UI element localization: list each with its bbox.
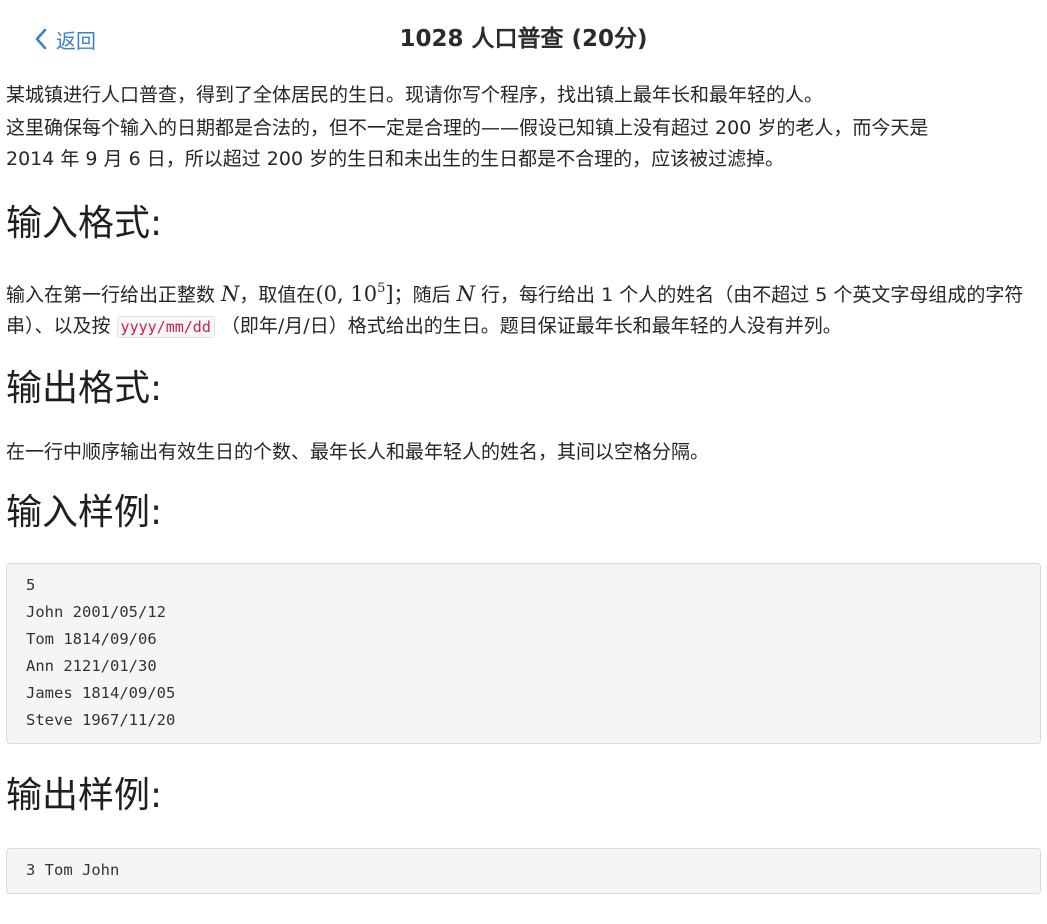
problem-description: 某城镇进行人口普查，得到了全体居民的生日。现请你写个程序，找出镇上最年长和最年轻…	[6, 84, 824, 106]
output-format-heading: 输出格式:	[6, 368, 163, 409]
sample-input-heading: 输入样例:	[6, 492, 163, 533]
problem-content: 某城镇进行人口普查，得到了全体居民的生日。现请你写个程序，找出镇上最年长和最年轻…	[6, 80, 1041, 894]
sample-output-line: 3 Tom John	[26, 861, 120, 879]
sample-input-line: Ann 2121/01/30	[26, 657, 157, 675]
input-format-text-1: 输入在第一行给出正整数	[6, 284, 222, 306]
input-format-text-2: ，取值在	[239, 284, 316, 306]
math-var-n: N	[221, 282, 240, 306]
top-bar: 返回 1028 人口普查 (20分)	[0, 0, 1047, 78]
sample-output-code: 3 Tom John	[6, 848, 1041, 894]
sample-output-heading: 输出样例:	[6, 775, 163, 816]
input-format-text-3: ；随后	[393, 284, 457, 306]
sample-input-code: 5 John 2001/05/12 Tom 1814/09/06 Ann 212…	[6, 563, 1041, 744]
sample-input-line: 5	[26, 576, 36, 594]
input-format-text: 输入在第一行给出正整数 N，取值在(0, 105]；随后 N 行，每行给出 1 …	[6, 273, 1041, 343]
sample-input-line: John 2001/05/12	[26, 603, 166, 621]
math-range: (0, 105]	[315, 281, 394, 306]
sample-input-line: Steve 1967/11/20	[26, 711, 176, 729]
page-title: 1028 人口普查 (20分)	[399, 26, 648, 52]
problem-constraints: 这里确保每个输入的日期都是合法的，但不一定是合理的——假设已知镇上没有超过 20…	[6, 113, 1041, 175]
sample-input-line: Tom 1814/09/06	[26, 630, 157, 648]
math-var-n-2: N	[456, 282, 475, 306]
constraints-line-1: 这里确保每个输入的日期都是合法的，但不一定是合理的——假设已知镇上没有超过 20…	[6, 117, 929, 139]
sample-input-line: James 1814/09/05	[26, 684, 176, 702]
date-format-code: yyyy/mm/dd	[116, 316, 215, 338]
input-format-heading: 输入格式:	[6, 203, 163, 244]
constraints-line-2: 2014 年 9 月 6 日，所以超过 200 岁的生日和未出生的生日都是不合理…	[6, 148, 785, 170]
input-format-text-5: （即年/月/日）格式给出的生日。题目保证最年长和最年轻的人没有并列。	[214, 315, 842, 337]
output-format-text: 在一行中顺序输出有效生日的个数、最年长人和最年轻人的姓名，其间以空格分隔。	[6, 441, 710, 463]
